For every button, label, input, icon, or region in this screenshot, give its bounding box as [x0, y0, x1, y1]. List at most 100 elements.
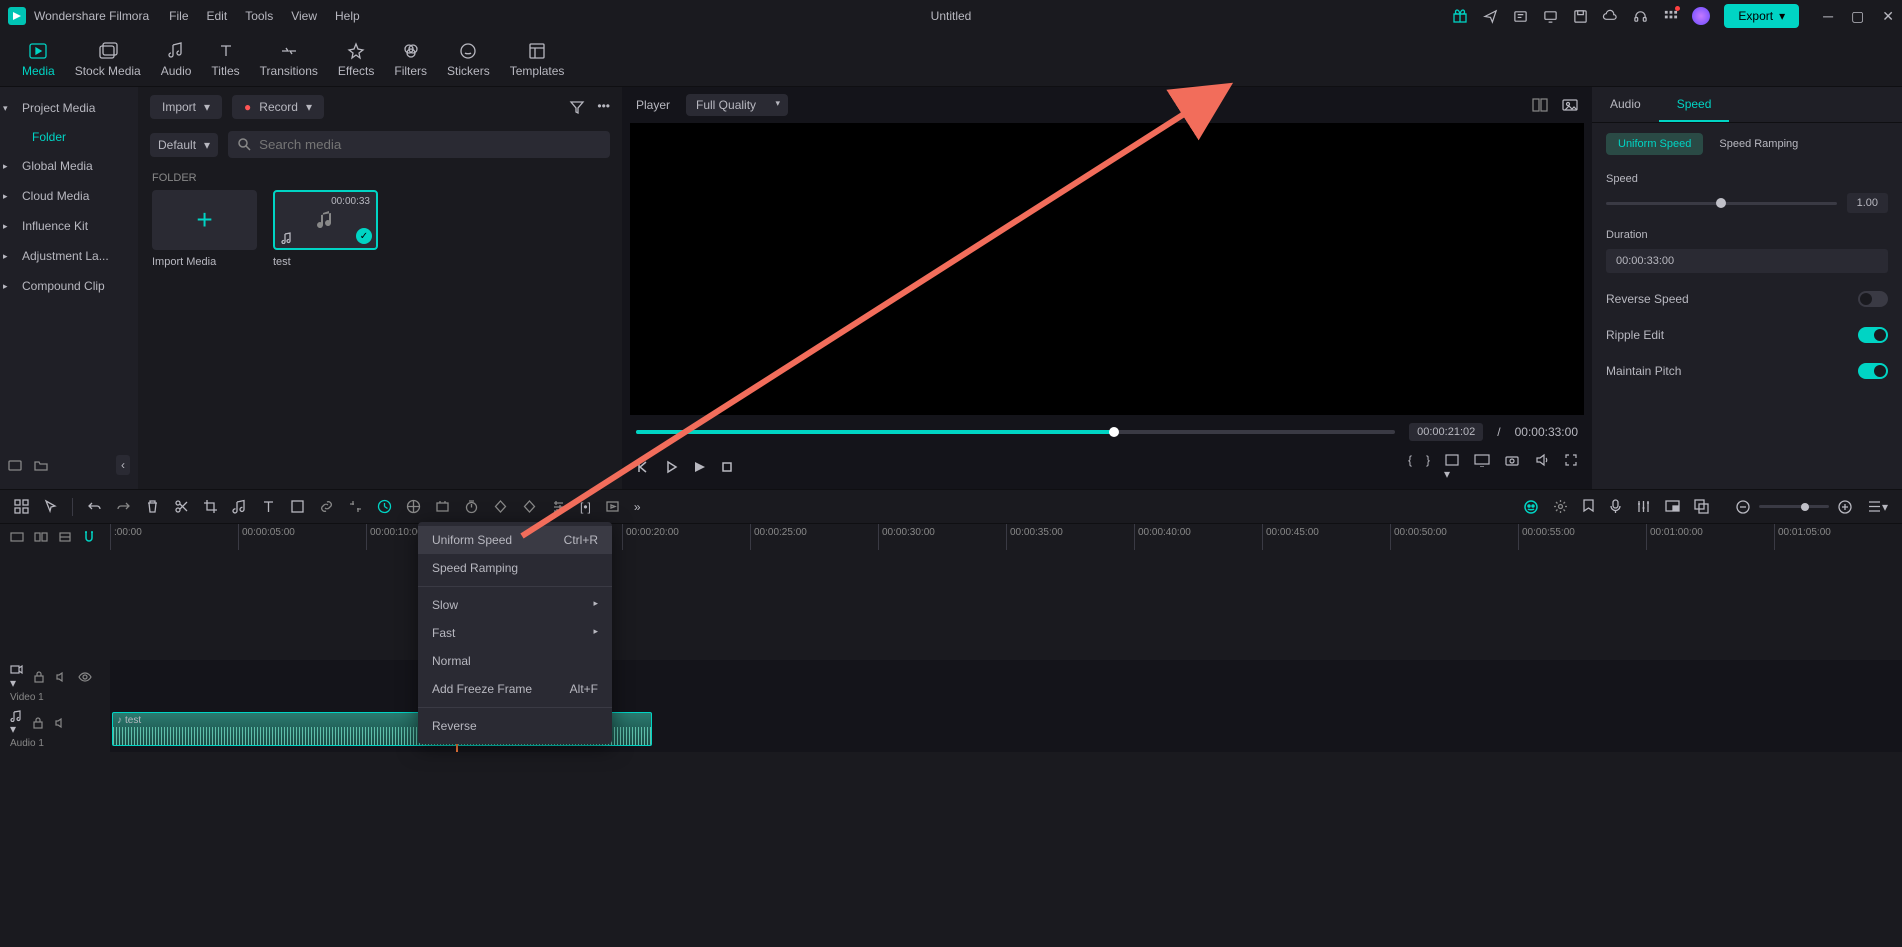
tl-adjust-icon[interactable]: [551, 499, 566, 514]
search-input[interactable]: [228, 131, 610, 158]
track-mute-icon-2[interactable]: [54, 717, 67, 729]
subtab-uniform-speed[interactable]: Uniform Speed: [1606, 133, 1703, 155]
tl-mask-icon[interactable]: [522, 499, 537, 514]
tab-audio[interactable]: Audio: [151, 37, 202, 82]
snapshot-view-icon[interactable]: [1562, 98, 1578, 112]
video-track[interactable]: [110, 660, 1902, 706]
menu-view[interactable]: View: [291, 9, 317, 23]
play-pause-button[interactable]: [664, 460, 678, 474]
tl-color-icon[interactable]: [406, 499, 421, 514]
audio-track[interactable]: ♪test: [110, 706, 1902, 752]
import-dropdown[interactable]: Import▾: [150, 95, 222, 119]
tl-mic-icon[interactable]: [1609, 499, 1622, 514]
fullscreen-icon[interactable]: [1564, 453, 1578, 481]
tl-layers-icon[interactable]: [1694, 499, 1709, 514]
tab-effects[interactable]: Effects: [328, 37, 384, 82]
tab-titles[interactable]: Titles: [201, 37, 249, 82]
stop-button[interactable]: [720, 460, 734, 474]
ratio-icon[interactable]: ▾: [1444, 453, 1460, 481]
send-icon[interactable]: [1482, 8, 1498, 24]
prev-frame-button[interactable]: [636, 460, 650, 474]
track-visible-icon[interactable]: [78, 671, 92, 683]
ripple-edit-toggle[interactable]: [1858, 327, 1888, 343]
tl-undo-icon[interactable]: [87, 499, 102, 514]
history-icon[interactable]: [1512, 8, 1528, 24]
tl-render-icon[interactable]: [605, 499, 620, 514]
menu-tools[interactable]: Tools: [245, 9, 273, 23]
tl-crop-icon[interactable]: [203, 499, 218, 514]
track-lock-icon-2[interactable]: [32, 717, 44, 729]
tl-detach-icon[interactable]: [348, 499, 363, 514]
save-icon[interactable]: [1572, 8, 1588, 24]
sidebar-compound[interactable]: Compound Clip: [0, 271, 138, 301]
record-dropdown[interactable]: ●Record▾: [232, 95, 324, 119]
scrub-bar[interactable]: [636, 430, 1395, 434]
sidebar-folder[interactable]: Folder: [0, 123, 138, 151]
ruler-tool-1[interactable]: [10, 530, 24, 544]
tab-stock-media[interactable]: Stock Media: [65, 37, 151, 82]
rp-tab-speed[interactable]: Speed: [1659, 87, 1730, 122]
track-mute-icon[interactable]: [55, 671, 68, 683]
sidebar-global-media[interactable]: Global Media: [0, 151, 138, 181]
tl-link-icon[interactable]: [319, 499, 334, 514]
tl-gear-icon[interactable]: [1553, 499, 1568, 514]
play-button[interactable]: [692, 460, 706, 474]
tl-keyframe-icon[interactable]: [493, 499, 508, 514]
subtab-speed-ramping[interactable]: Speed Ramping: [1707, 133, 1810, 155]
sidebar-project-media[interactable]: Project Media: [0, 93, 138, 123]
tl-marker-icon[interactable]: [1582, 499, 1595, 514]
video-track-icon[interactable]: ▾: [10, 663, 23, 690]
volume-icon[interactable]: [1534, 453, 1550, 481]
tl-split-icon[interactable]: [174, 499, 189, 514]
speed-slider[interactable]: [1606, 202, 1837, 205]
minimize-button[interactable]: ─: [1823, 8, 1833, 25]
headphones-icon[interactable]: [1632, 8, 1648, 24]
mark-out-icon[interactable]: }: [1426, 453, 1430, 481]
track-lock-icon[interactable]: [33, 671, 45, 683]
tl-redo-icon[interactable]: [116, 499, 131, 514]
reverse-speed-toggle[interactable]: [1858, 291, 1888, 307]
tl-delete-icon[interactable]: [145, 499, 160, 514]
gift-icon[interactable]: [1452, 8, 1468, 24]
player-canvas[interactable]: [630, 123, 1584, 415]
filter-icon[interactable]: [569, 99, 585, 115]
tab-media[interactable]: Media: [12, 37, 65, 82]
display-icon[interactable]: [1474, 453, 1490, 481]
snapshot-icon[interactable]: [1504, 453, 1520, 481]
ruler-tool-3[interactable]: [58, 530, 72, 544]
sidebar-adjustment[interactable]: Adjustment La...: [0, 241, 138, 271]
zoom-out-button[interactable]: [1735, 499, 1751, 515]
apps-icon[interactable]: [1662, 8, 1678, 24]
timeline-ruler[interactable]: :00:00 00:00:05:00 00:00:10:00 00:00:15:…: [110, 524, 1902, 550]
close-button[interactable]: ✕: [1882, 8, 1894, 25]
compare-icon[interactable]: [1532, 98, 1548, 112]
ctx-freeze[interactable]: Add Freeze FrameAlt+F: [418, 675, 612, 703]
more-icon[interactable]: •••: [597, 99, 610, 115]
audio-track-icon[interactable]: ▾: [10, 710, 22, 736]
tl-layout-icon[interactable]: [14, 499, 29, 514]
tab-templates[interactable]: Templates: [500, 37, 575, 82]
ctx-slow[interactable]: Slow: [418, 591, 612, 619]
import-media-card[interactable]: + Import Media: [152, 190, 257, 268]
ctx-uniform-speed[interactable]: Uniform SpeedCtrl+R: [418, 526, 612, 554]
tl-effects-tool-icon[interactable]: [435, 499, 450, 514]
tl-speed-icon[interactable]: [377, 499, 392, 514]
quality-dropdown[interactable]: Full Quality: [686, 94, 788, 116]
ctx-normal[interactable]: Normal: [418, 647, 612, 675]
new-folder-icon[interactable]: [34, 458, 48, 472]
maximize-button[interactable]: ▢: [1851, 8, 1864, 25]
menu-edit[interactable]: Edit: [207, 9, 228, 23]
export-button[interactable]: Export ▾: [1724, 4, 1799, 28]
duration-input[interactable]: [1606, 249, 1888, 273]
tl-more-icon[interactable]: »: [634, 500, 641, 514]
collapse-sidebar-button[interactable]: ‹: [116, 455, 130, 475]
tl-text-icon[interactable]: [261, 499, 276, 514]
tl-chrono-icon[interactable]: [464, 499, 479, 514]
ctx-fast[interactable]: Fast: [418, 619, 612, 647]
sidebar-influence-kit[interactable]: Influence Kit: [0, 211, 138, 241]
ruler-tool-2[interactable]: [34, 530, 48, 544]
tl-bracket-icon[interactable]: [•]: [580, 500, 591, 514]
menu-file[interactable]: File: [169, 9, 188, 23]
sidebar-cloud-media[interactable]: Cloud Media: [0, 181, 138, 211]
tl-cursor-icon[interactable]: [43, 499, 58, 514]
